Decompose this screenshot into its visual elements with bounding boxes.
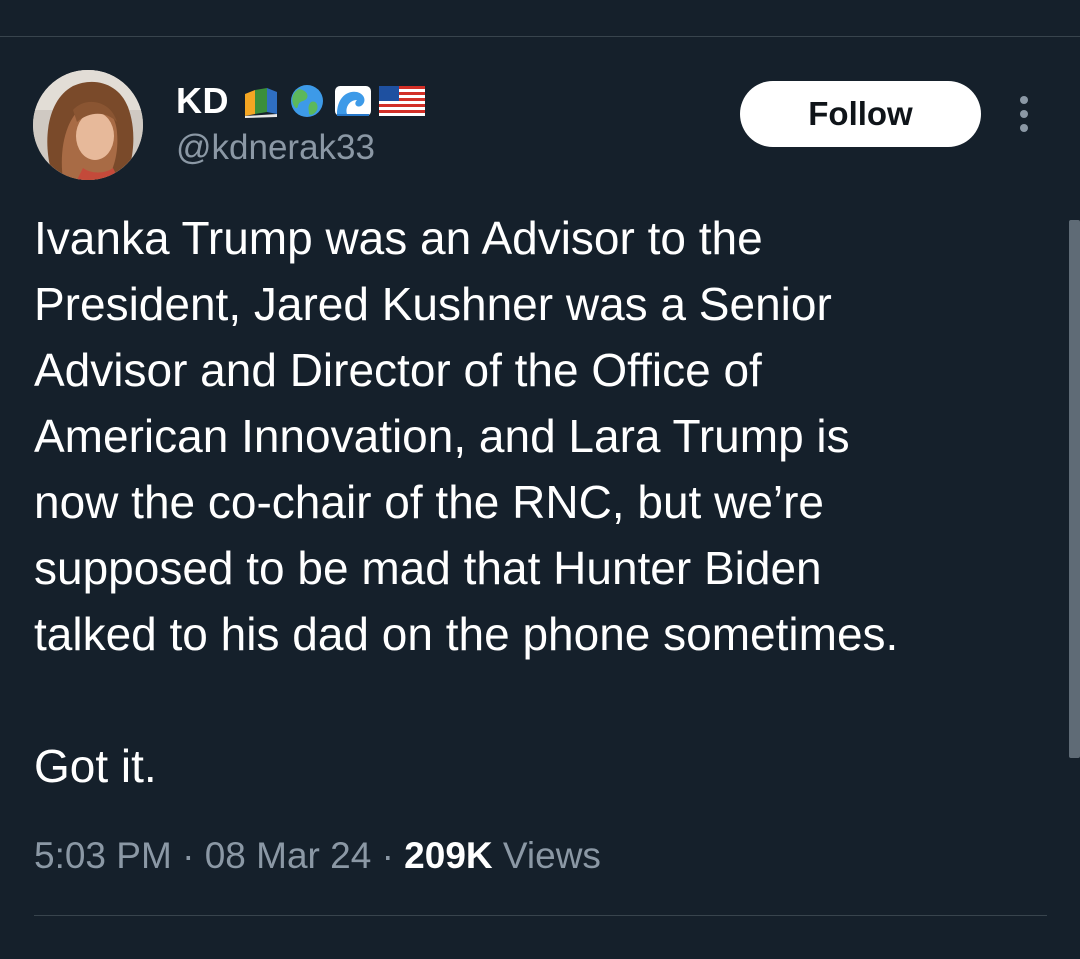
tweet-text: Ivanka Trump was an Advisor to the Presi… — [34, 212, 899, 792]
books-icon — [241, 84, 281, 118]
tweet-meta: 5:03 PM · 08 Mar 24 · 209K Views — [34, 835, 601, 877]
views-label: Views — [502, 835, 601, 876]
bottom-divider — [34, 915, 1047, 916]
more-dot — [1020, 110, 1028, 118]
author-handle[interactable]: @kdnerak33 — [176, 128, 375, 168]
water-wave-icon — [333, 84, 373, 118]
views-count[interactable]: 209K — [404, 835, 492, 876]
meta-separator: · — [182, 835, 195, 876]
meta-separator: · — [381, 835, 394, 876]
tweet-time[interactable]: 5:03 PM — [34, 835, 172, 876]
scrollbar[interactable] — [1069, 220, 1080, 758]
tweet-date[interactable]: 08 Mar 24 — [205, 835, 372, 876]
more-dot — [1020, 96, 1028, 104]
more-dot — [1020, 124, 1028, 132]
display-name-row: KD — [176, 78, 425, 124]
more-options-icon[interactable] — [1006, 94, 1042, 134]
follow-button[interactable]: Follow — [740, 81, 981, 147]
avatar[interactable] — [33, 70, 143, 180]
us-flag-icon — [379, 84, 425, 118]
top-divider — [0, 36, 1080, 37]
display-name[interactable]: KD — [176, 80, 229, 122]
globe-americas-icon — [287, 84, 327, 118]
